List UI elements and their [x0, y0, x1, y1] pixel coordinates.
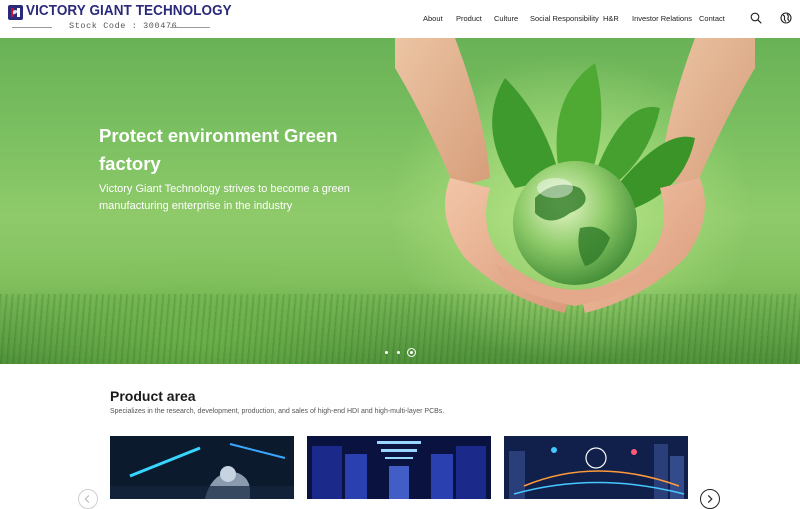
smart-city-image — [504, 436, 688, 499]
nav-item-social-responsibility[interactable]: Social Responsibility — [530, 14, 599, 23]
chevron-right-icon — [707, 494, 713, 504]
nav-item-investor-relations[interactable]: Investor Relations — [632, 14, 692, 23]
hero-subtitle: Victory Giant Technology strives to beco… — [99, 183, 350, 212]
carousel-dot-2[interactable] — [397, 351, 400, 354]
section-title: Product area — [110, 388, 196, 404]
divider — [12, 27, 52, 28]
hero-title: Protect environment Green factory — [99, 125, 338, 174]
carousel-prev-button[interactable] — [78, 489, 98, 509]
stock-code-text: Stock Code : 300476 — [69, 21, 178, 31]
chevron-left-icon — [84, 494, 90, 504]
hands-holding-globe-image — [395, 38, 755, 313]
product-card-robot-arm[interactable] — [110, 436, 294, 499]
robot-arm-image — [110, 436, 294, 499]
product-card-server-room[interactable] — [307, 436, 491, 499]
nav-item-contact[interactable]: Contact — [699, 14, 725, 23]
nav-item-hr[interactable]: H&R — [603, 14, 619, 23]
server-room-image — [307, 436, 491, 499]
carousel-dots — [384, 347, 420, 359]
carousel-dot-1[interactable] — [385, 351, 388, 354]
divider — [170, 27, 210, 28]
globe-icon[interactable] — [780, 12, 792, 24]
nav-item-culture[interactable]: Culture — [494, 14, 518, 23]
site-header: VICTORY GIANT TECHNOLOGY Stock Code : 30… — [0, 0, 800, 38]
section-description: Specializes in the research, development… — [110, 408, 445, 415]
carousel-next-button[interactable] — [700, 489, 720, 509]
hero-banner: Protect environment Green factory Victor… — [0, 38, 800, 364]
company-logo[interactable]: VICTORY GIANT TECHNOLOGY Stock Code : 30… — [8, 3, 232, 34]
search-icon[interactable] — [750, 12, 762, 24]
logo-mark-icon — [8, 5, 23, 20]
stock-code: Stock Code : 300476 — [8, 21, 210, 33]
nav-item-product[interactable]: Product — [456, 14, 482, 23]
company-name: VICTORY GIANT TECHNOLOGY — [26, 3, 232, 19]
carousel-dot-3[interactable] — [407, 348, 416, 357]
nav-item-about[interactable]: About — [423, 14, 443, 23]
product-card-smart-city[interactable] — [504, 436, 688, 499]
